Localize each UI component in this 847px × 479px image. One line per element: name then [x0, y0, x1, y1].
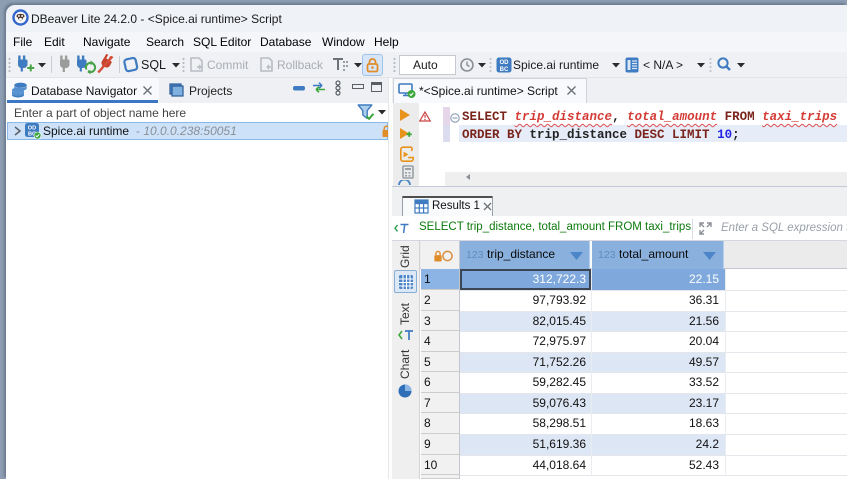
svg-text:OD: OD — [500, 60, 510, 66]
svg-text:BC: BC — [500, 67, 509, 73]
